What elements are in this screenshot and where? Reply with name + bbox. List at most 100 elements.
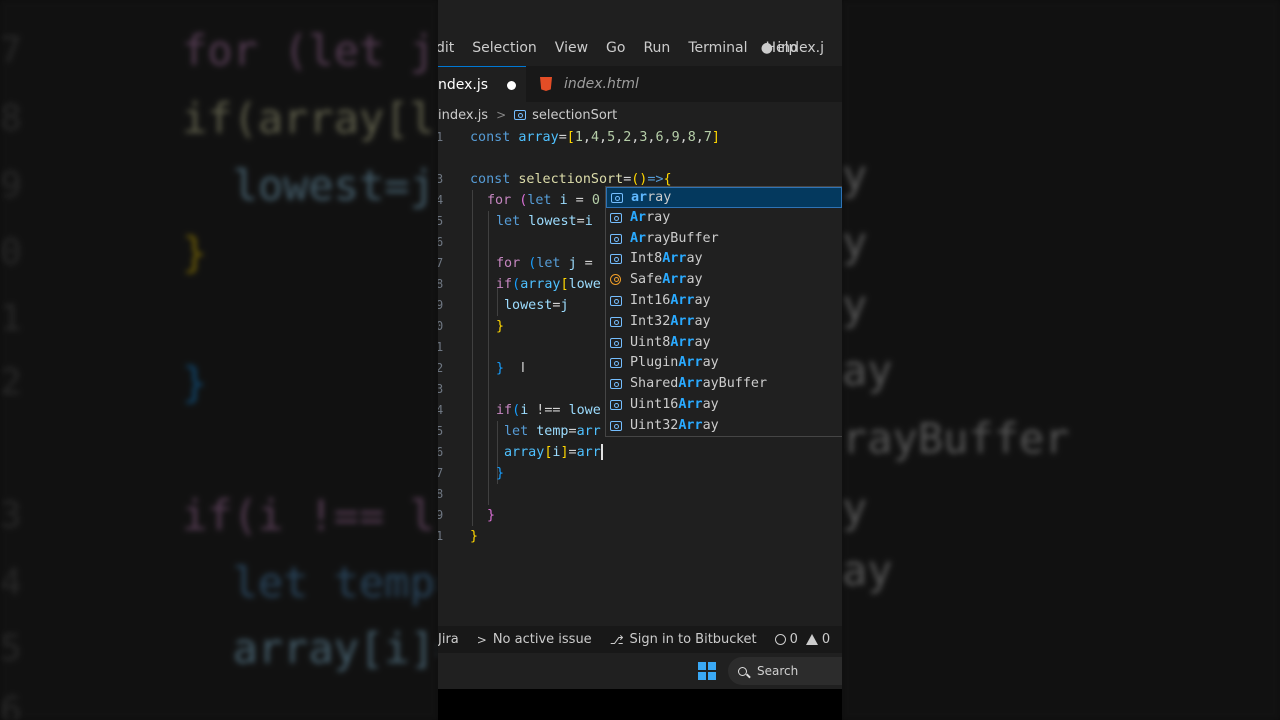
menu-edit[interactable]: dit (438, 40, 454, 56)
search-icon (738, 666, 747, 676)
bg-code-line: } (182, 228, 208, 277)
status-bitbucket[interactable]: ⎇ Sign in to Bitbucket (610, 632, 757, 647)
menu-terminal[interactable]: Terminal (688, 40, 747, 56)
text-cursor (600, 444, 603, 460)
warning-icon (805, 634, 818, 645)
suggestion-prefix: Uint32 (630, 417, 679, 433)
suggestion-item[interactable]: SafeArray (606, 270, 842, 291)
suggestion-item[interactable]: Array (606, 208, 842, 229)
code-line: } (496, 466, 505, 481)
suggestion-match: Arr (670, 293, 695, 308)
suggestion-match: Arr (678, 417, 703, 433)
suggestion-item[interactable]: Uint32Array (606, 416, 842, 437)
symbol-variable-icon (610, 296, 622, 306)
line-number: 1 (438, 340, 444, 354)
suggestion-prefix: Plugin (630, 355, 679, 371)
suggest-widget: array Array ArrayBuffer Int8Array SafeAr… (605, 186, 842, 437)
symbol-variable-icon (514, 110, 527, 120)
bg-gutter-digit: 3 (0, 495, 22, 536)
line-number: 0 (438, 319, 444, 333)
suggestion-match: Arr (678, 376, 703, 392)
bg-code-line: lowest=j (182, 161, 435, 210)
line-number: 7 (438, 256, 444, 270)
code-line: } (496, 319, 505, 334)
suggestion-prefix: Int16 (630, 293, 671, 308)
status-jira[interactable]: Jira (438, 632, 459, 647)
menu-run[interactable]: Run (643, 40, 670, 56)
code-line: } (496, 361, 505, 376)
suggestion-item[interactable]: Uint16Array (606, 395, 842, 416)
suggestion-rest: ray (646, 209, 671, 225)
symbol-variable-icon (610, 316, 622, 327)
breadcrumb-file[interactable]: index.js (438, 108, 488, 123)
suggestion-item[interactable]: ArrayBuffer (606, 229, 842, 250)
taskbar-search-label: Search (757, 664, 799, 678)
suggestion-rest: ay (702, 417, 719, 433)
bg-gutter-digit: 1 (0, 298, 22, 339)
bg-code-line: if(array[l (182, 94, 435, 143)
symbol-variable-icon (610, 254, 622, 265)
bitbucket-icon: ⎇ (609, 632, 624, 647)
line-number: 3 (438, 382, 444, 396)
status-jira-label: Jira (438, 632, 459, 647)
tab-index-html[interactable]: index.html (526, 66, 656, 102)
suggestion-item[interactable]: Uint8Array (606, 333, 842, 354)
menu-go[interactable]: Go (606, 40, 625, 56)
suggestion-prefix: Safe (630, 272, 663, 288)
suggestion-prefix: Uint8 (630, 334, 671, 350)
suggestion-match: Arr (678, 355, 703, 371)
suggestion-item[interactable]: Int16Array (606, 291, 842, 312)
menu-selection[interactable]: Selection (472, 40, 537, 56)
tab-index-js[interactable]: ndex.js (438, 66, 526, 103)
line-number: 8 (438, 487, 444, 501)
unsaved-dot-icon[interactable] (507, 80, 516, 90)
symbol-variable-icon (610, 379, 622, 390)
line-number: 4 (438, 403, 444, 417)
symbol-class-icon (610, 274, 621, 286)
bg-code-line: } (182, 358, 208, 407)
suggestion-item[interactable]: Int8Array (606, 249, 842, 270)
line-number: 6 (438, 445, 444, 459)
suggestion-item[interactable]: array (606, 187, 842, 208)
line-number: 1 (438, 130, 444, 144)
suggestion-item[interactable]: SharedArrayBuffer (606, 374, 842, 395)
bg-gutter-digit: 7 (0, 30, 22, 71)
symbol-variable-icon (610, 420, 622, 431)
status-issue-label: No active issue (492, 632, 592, 647)
suggestion-rest: ay (702, 397, 719, 412)
code-line: } (487, 508, 496, 523)
suggestion-rest: ay (694, 334, 711, 350)
symbol-variable-icon (610, 400, 622, 410)
line-number: 1 (438, 529, 444, 543)
suggestion-match: Arr (662, 272, 687, 288)
menu-view[interactable]: View (555, 40, 588, 56)
symbol-variable-icon (610, 212, 622, 223)
line-number: 9 (438, 298, 444, 312)
suggestion-rest: ray (647, 190, 672, 205)
bg-gutter-digit: 2 (0, 362, 22, 403)
breadcrumb: index.js > selectionSort (438, 104, 617, 126)
suggestion-prefix: Shared (630, 376, 679, 392)
chevron-right-icon: > (476, 632, 487, 647)
indent-guide (488, 211, 489, 505)
code-line: const array=[1,4,5,2,3,6,9,8,7] (470, 130, 720, 145)
status-active-issue[interactable]: > No active issue (477, 632, 592, 647)
suggestion-match: Ar (630, 209, 647, 225)
status-problems[interactable]: 00 (774, 632, 830, 647)
taskbar-search[interactable]: Search (728, 657, 842, 685)
line-number: 6 (438, 235, 444, 249)
windows-start-icon[interactable] (698, 662, 716, 680)
code-line: if(i !== lowe (496, 403, 601, 418)
suggestion-rest: ay (694, 293, 711, 308)
suggestion-rest: ay (686, 272, 703, 288)
letterbox-bottom (438, 689, 842, 720)
breadcrumb-symbol[interactable]: selectionSort (532, 108, 617, 123)
bg-suggest-line: y (842, 218, 868, 267)
code-line: let lowest=i (496, 214, 593, 229)
html5-icon (540, 77, 552, 91)
suggestion-item[interactable]: PluginArray (606, 353, 842, 374)
suggestion-item[interactable]: Int32Array (606, 312, 842, 333)
os-taskbar: Search (438, 653, 842, 689)
window-title-dirty-file: ● index.j (760, 40, 824, 56)
suggestion-rest: rayBuffer (646, 230, 719, 246)
